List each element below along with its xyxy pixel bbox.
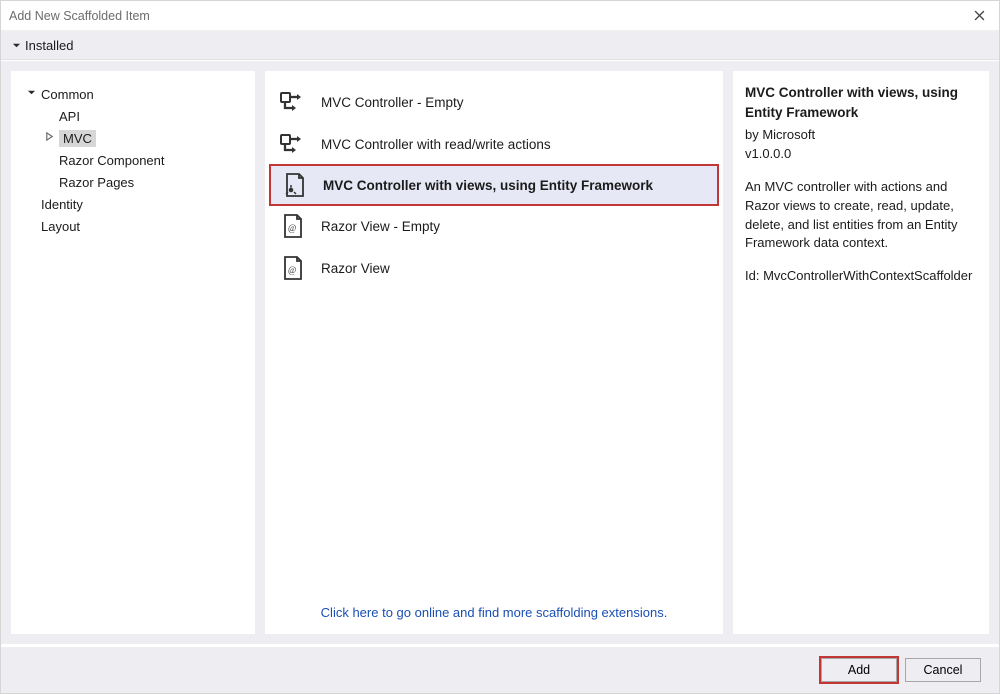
template-razor-view[interactable]: @ Razor View <box>269 247 719 289</box>
tree-item-mvc[interactable]: MVC <box>21 127 249 149</box>
tree-item-label: Identity <box>41 197 83 212</box>
online-extensions-footer: Click here to go online and find more sc… <box>269 593 719 624</box>
template-mvc-controller-ef[interactable]: MVC Controller with views, using Entity … <box>269 164 719 206</box>
dialog-buttons: Add Cancel <box>1 647 999 693</box>
details-panel: MVC Controller with views, using Entity … <box>733 71 989 634</box>
tree-item-label: Razor Component <box>59 153 165 168</box>
close-icon <box>974 9 985 24</box>
category-header[interactable]: Installed <box>1 31 999 60</box>
tree-item-identity[interactable]: Identity <box>21 193 249 215</box>
dialog-title: Add New Scaffolded Item <box>9 9 150 23</box>
main-area: Common API MVC Razor Component Razor Pag… <box>1 61 999 644</box>
sidebar: Common API MVC Razor Component Razor Pag… <box>11 71 255 634</box>
template-mvc-controller-empty[interactable]: MVC Controller - Empty <box>269 81 719 123</box>
tree-item-api[interactable]: API <box>21 105 249 127</box>
tree-item-label: Razor Pages <box>59 175 134 190</box>
svg-text:@: @ <box>288 265 296 275</box>
template-mvc-controller-rw[interactable]: MVC Controller with read/write actions <box>269 123 719 165</box>
svg-text:@: @ <box>288 223 296 233</box>
tree-item-label: Layout <box>41 219 80 234</box>
tree-item-common[interactable]: Common <box>21 83 249 105</box>
tree-item-layout[interactable]: Layout <box>21 215 249 237</box>
expand-icon <box>11 38 21 53</box>
details-title: MVC Controller with views, using Entity … <box>745 83 977 122</box>
template-label: MVC Controller - Empty <box>321 95 464 110</box>
controller-views-icon <box>281 171 309 199</box>
close-button[interactable] <box>959 1 999 31</box>
razor-view-icon: @ <box>279 254 307 282</box>
details-author: by Microsoft <box>745 126 977 145</box>
collapse-icon <box>43 132 55 144</box>
titlebar: Add New Scaffolded Item <box>1 1 999 31</box>
template-label: MVC Controller with views, using Entity … <box>323 178 653 193</box>
add-button[interactable]: Add <box>821 658 897 682</box>
tree-item-label: API <box>59 109 80 124</box>
controller-icon <box>279 88 307 116</box>
template-list: MVC Controller - Empty MVC Controller wi… <box>269 81 719 593</box>
template-razor-view-empty[interactable]: @ Razor View - Empty <box>269 205 719 247</box>
template-list-panel: MVC Controller - Empty MVC Controller wi… <box>265 71 723 634</box>
template-label: Razor View - Empty <box>321 219 440 234</box>
template-label: Razor View <box>321 261 390 276</box>
controller-icon <box>279 130 307 158</box>
tree-item-label: Common <box>41 87 94 102</box>
details-description: An MVC controller with actions and Razor… <box>745 178 977 253</box>
category-label: Installed <box>25 38 73 53</box>
razor-view-icon: @ <box>279 212 307 240</box>
cancel-button[interactable]: Cancel <box>905 658 981 682</box>
expand-icon <box>25 88 37 100</box>
tree-item-razor-component[interactable]: Razor Component <box>21 149 249 171</box>
details-id: Id: MvcControllerWithContextScaffolder <box>745 267 977 286</box>
tree-item-label: MVC <box>59 130 96 147</box>
tree-item-razor-pages[interactable]: Razor Pages <box>21 171 249 193</box>
online-extensions-link[interactable]: Click here to go online and find more sc… <box>321 605 668 620</box>
details-version: v1.0.0.0 <box>745 145 977 164</box>
template-label: MVC Controller with read/write actions <box>321 137 551 152</box>
